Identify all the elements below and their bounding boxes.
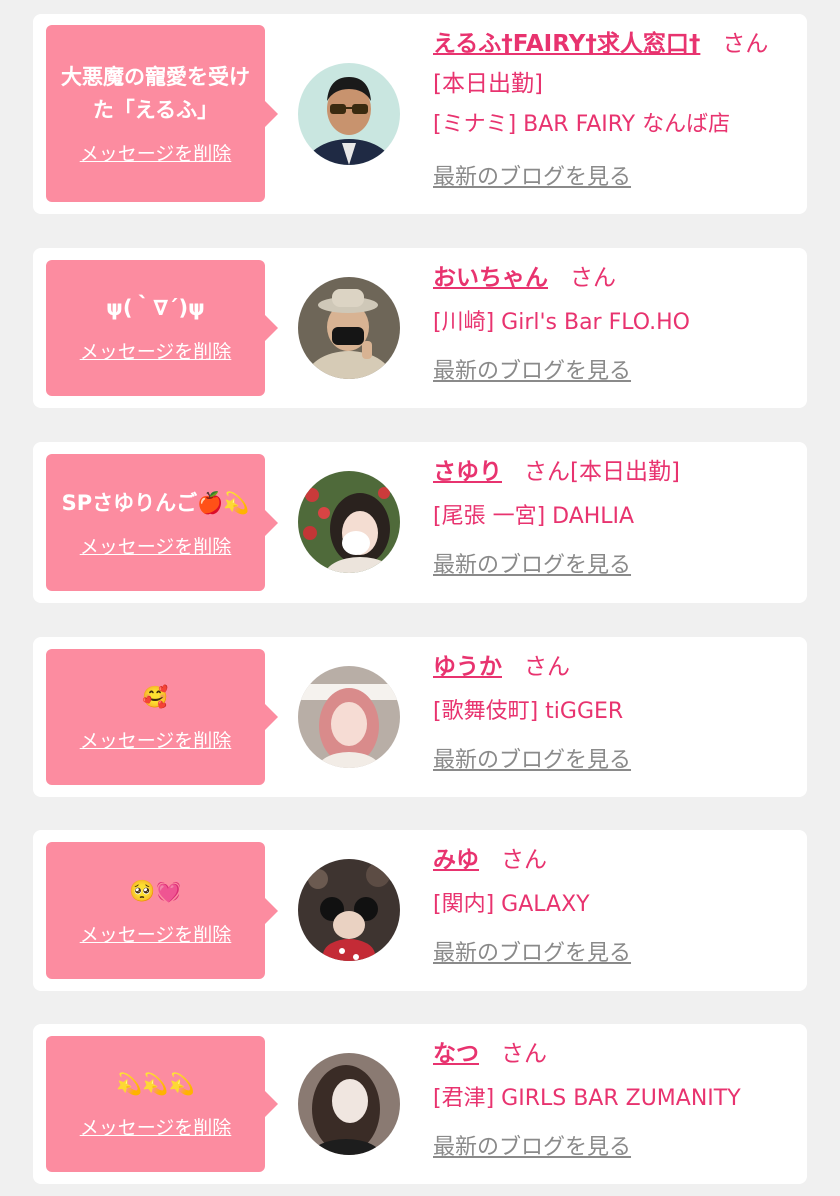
list-item: ψ(｀∇´)ψ メッセージを削除 おいちゃん さん [川崎] Girl's Bar… bbox=[33, 248, 807, 408]
delete-message-link[interactable]: メッセージを削除 bbox=[80, 726, 232, 753]
list-item: SPさゆりんご🍎💫 メッセージを削除 さゆり さん[本日出勤] [尾張 一宮] D… bbox=[33, 442, 807, 603]
delete-message-link[interactable]: メッセージを削除 bbox=[80, 1113, 232, 1140]
message-bubble: ψ(｀∇´)ψ メッセージを削除 bbox=[46, 260, 278, 396]
avatar[interactable] bbox=[298, 277, 400, 379]
message-text: 大悪魔の寵愛を受けた「えるふ」 bbox=[61, 65, 250, 122]
shop-label: [尾張 一宮] DAHLIA bbox=[433, 504, 635, 529]
user-name-link[interactable]: ゆうか bbox=[433, 654, 502, 680]
message-list: 大悪魔の寵愛を受けた「えるふ」 メッセージを削除 えるふ†FAIRY†求人窓口†… bbox=[0, 0, 840, 1196]
latest-blog-link[interactable]: 最新のブログを見る bbox=[433, 743, 631, 779]
latest-blog-link[interactable]: 最新のブログを見る bbox=[433, 160, 631, 196]
avatar[interactable] bbox=[298, 1053, 400, 1155]
user-name-link[interactable]: さゆり bbox=[433, 459, 502, 485]
list-item: 💫💫💫 メッセージを削除 なつ さん [君津] GIRLS BAR ZUMANIT… bbox=[33, 1024, 807, 1184]
avatar[interactable] bbox=[298, 471, 400, 573]
latest-blog-link[interactable]: 最新のブログを見る bbox=[433, 548, 631, 584]
name-suffix: さん[本日出勤] bbox=[524, 459, 680, 485]
avatar[interactable] bbox=[298, 859, 400, 961]
message-text: SPさゆりんご🍎💫 bbox=[61, 490, 250, 515]
avatar[interactable] bbox=[298, 63, 400, 165]
delete-message-link[interactable]: メッセージを削除 bbox=[80, 337, 232, 364]
user-name-link[interactable]: みゆ bbox=[433, 847, 479, 873]
list-item: 🥰 メッセージを削除 ゆうか さん [歌舞伎町] tiGGER 最新のブログを見る bbox=[33, 637, 807, 797]
shop-label: [ミナミ] BAR FAIRY なんば店 bbox=[433, 112, 731, 137]
list-item: 大悪魔の寵愛を受けた「えるふ」 メッセージを削除 えるふ†FAIRY†求人窓口†… bbox=[33, 14, 807, 214]
message-text: ψ(｀∇´)ψ bbox=[106, 296, 205, 320]
delete-message-link[interactable]: メッセージを削除 bbox=[80, 532, 232, 559]
shop-label: [関内] GALAXY bbox=[433, 892, 590, 917]
name-suffix: さん bbox=[570, 265, 616, 291]
shop-label: [川崎] Girl's Bar FLO.HO bbox=[433, 310, 690, 335]
user-name-link[interactable]: おいちゃん bbox=[433, 265, 548, 291]
message-text: 💫💫💫 bbox=[116, 1072, 195, 1096]
shop-label: [君津] GIRLS BAR ZUMANITY bbox=[433, 1086, 741, 1111]
message-bubble: SPさゆりんご🍎💫 メッセージを削除 bbox=[46, 454, 278, 591]
avatar[interactable] bbox=[298, 666, 400, 768]
message-bubble: 💫💫💫 メッセージを削除 bbox=[46, 1036, 278, 1172]
user-name-link[interactable]: なつ bbox=[433, 1041, 479, 1067]
list-item: 🥺💓 メッセージを削除 みゆ さん [関内] GALAXY 最新のブログを見る bbox=[33, 830, 807, 991]
latest-blog-link[interactable]: 最新のブログを見る bbox=[433, 936, 631, 972]
delete-message-link[interactable]: メッセージを削除 bbox=[80, 139, 232, 166]
shop-label: [歌舞伎町] tiGGER bbox=[433, 699, 624, 724]
latest-blog-link[interactable]: 最新のブログを見る bbox=[433, 1130, 631, 1166]
message-bubble: 🥺💓 メッセージを削除 bbox=[46, 842, 278, 979]
message-bubble: 大悪魔の寵愛を受けた「えるふ」 メッセージを削除 bbox=[46, 25, 278, 202]
name-suffix: さん bbox=[501, 1041, 547, 1067]
message-bubble: 🥰 メッセージを削除 bbox=[46, 649, 278, 785]
latest-blog-link[interactable]: 最新のブログを見る bbox=[433, 354, 631, 390]
message-text: 🥺💓 bbox=[129, 878, 182, 903]
name-suffix: さん bbox=[501, 847, 547, 873]
delete-message-link[interactable]: メッセージを削除 bbox=[80, 920, 232, 947]
name-suffix: さん bbox=[524, 654, 570, 680]
message-text: 🥰 bbox=[142, 685, 169, 709]
user-name-link[interactable]: えるふ†FAIRY†求人窓口† bbox=[433, 31, 700, 57]
